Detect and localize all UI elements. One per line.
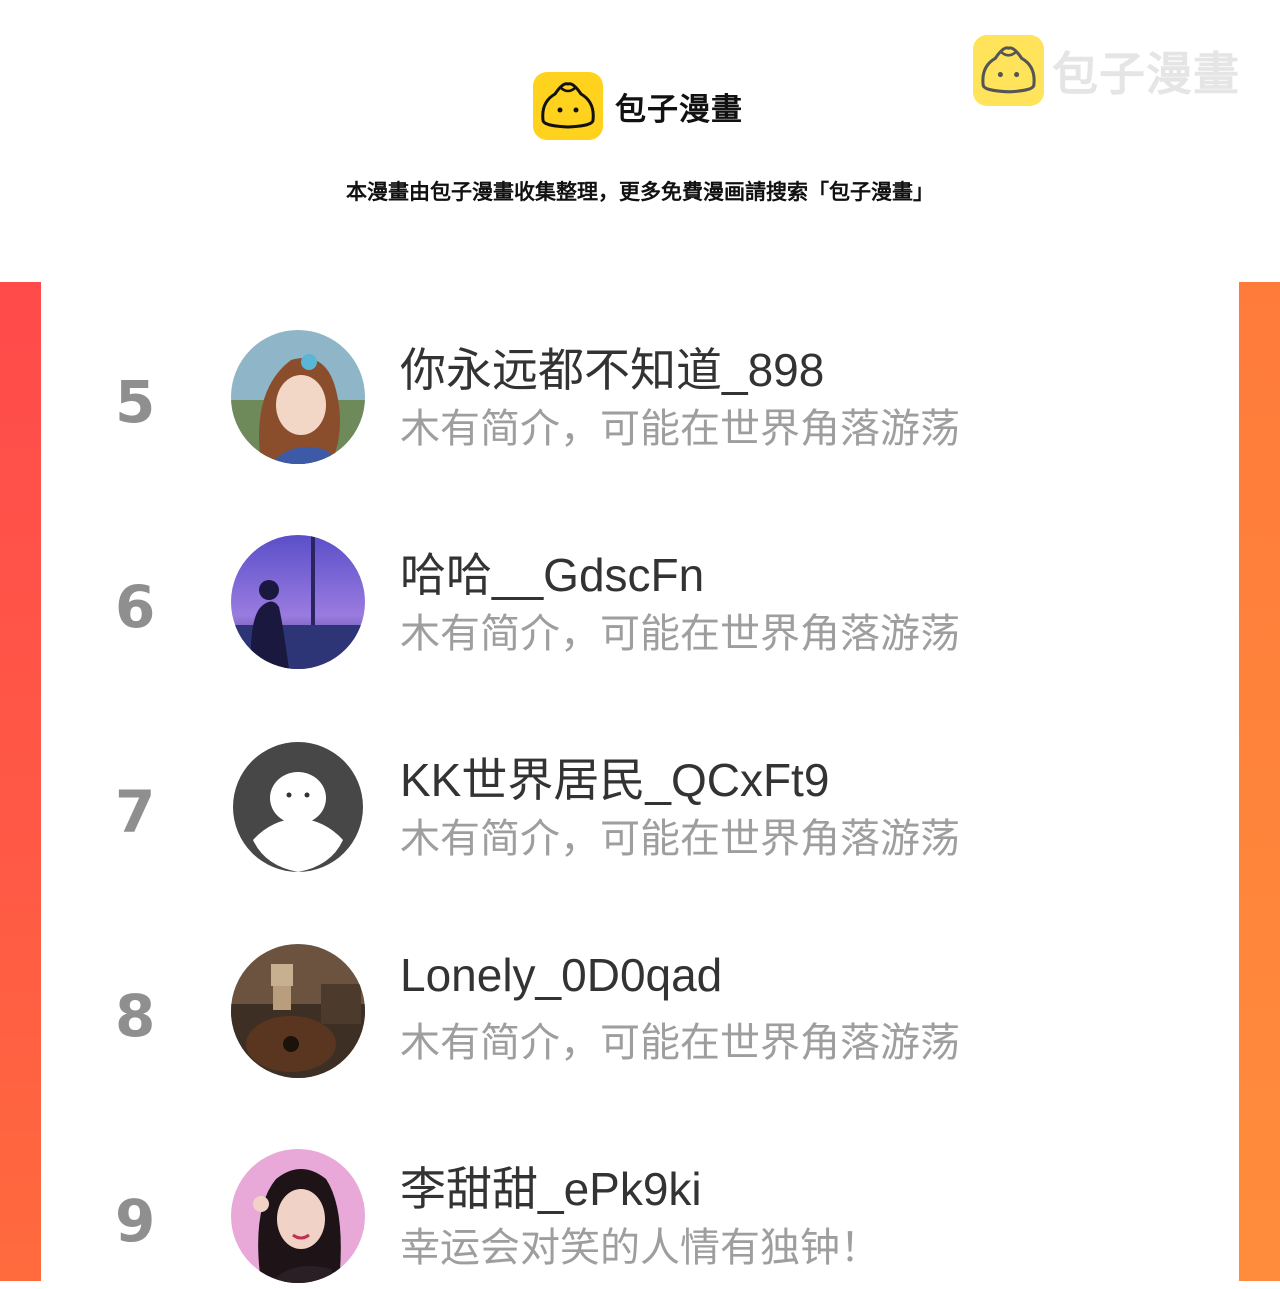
list-item[interactable]: 5 你永远都不知道_898 木有简介，可能在世界角落游荡 — [41, 330, 1239, 470]
girl-photo-avatar[interactable] — [231, 1149, 365, 1283]
user-bio: 木有简介，可能在世界角落游荡 — [400, 611, 960, 657]
bun-icon — [533, 72, 603, 140]
list-item[interactable]: 6 哈哈__GdscFn 木有简介，可能在世界角落游荡 — [41, 535, 1239, 675]
left-decor-strip — [0, 282, 41, 1281]
username[interactable]: 你永远都不知道_898 — [400, 334, 824, 400]
watermark-text: 包子漫畫 — [1052, 46, 1240, 101]
anime-girl-avatar[interactable] — [231, 330, 365, 464]
rank-number: 9 — [115, 1187, 156, 1255]
default-ghost-avatar[interactable] — [231, 740, 365, 874]
right-decor-strip — [1239, 282, 1280, 1281]
list-item[interactable]: 9 李甜甜_ePk9ki 幸运会对笑的人情有独钟！ — [41, 1149, 1239, 1289]
user-bio: 木有简介，可能在世界角落游荡 — [400, 816, 960, 862]
watermark: 包子漫畫 — [973, 35, 1240, 106]
user-bio: 木有简介，可能在世界角落游荡 — [400, 406, 960, 452]
night-city-avatar[interactable] — [231, 535, 365, 669]
source-notice: 本漫畫由包子漫畫收集整理，更多免費漫画請搜索「包子漫畫」 — [346, 180, 934, 204]
danbo-guitar-avatar[interactable] — [231, 944, 365, 1078]
brand-logo[interactable]: 包子漫畫 — [533, 72, 743, 140]
brand-name: 包子漫畫 — [615, 91, 743, 128]
username[interactable]: 哈哈__GdscFn — [400, 539, 704, 605]
rank-number: 8 — [115, 982, 156, 1050]
rank-number: 5 — [115, 368, 156, 436]
user-bio: 幸运会对笑的人情有独钟！ — [400, 1225, 880, 1271]
list-item[interactable]: 7 KK世界居民_QCxFt9 木有简介，可能在世界角落游荡 — [41, 740, 1239, 880]
username[interactable]: 李甜甜_ePk9ki — [400, 1153, 702, 1219]
rank-number: 7 — [115, 778, 156, 846]
bun-icon — [973, 35, 1044, 106]
user-bio: 木有简介，可能在世界角落游荡 — [400, 1020, 960, 1066]
username[interactable]: Lonely_0D0qad — [400, 948, 722, 1002]
rank-number: 6 — [115, 573, 156, 641]
list-item[interactable]: 8 Lonely_0D0qad 木有简介，可能在世界角落游荡 — [41, 944, 1239, 1084]
username[interactable]: KK世界居民_QCxFt9 — [400, 744, 829, 810]
